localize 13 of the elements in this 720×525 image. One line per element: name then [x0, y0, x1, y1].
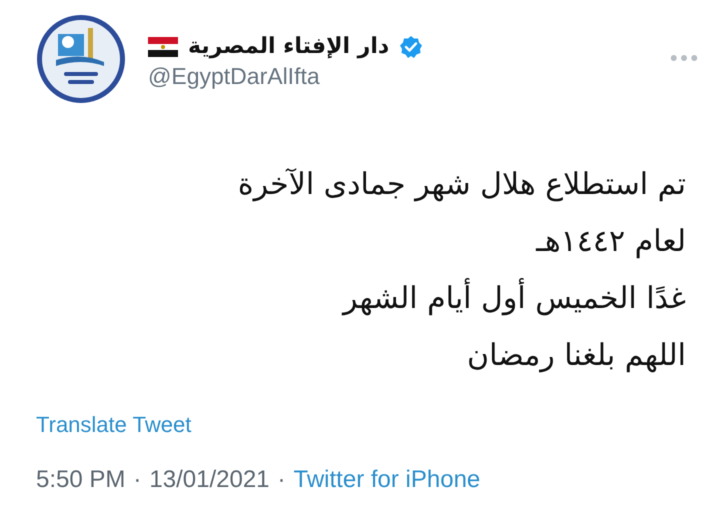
- tweet-text: غدًا الخميس أول أيام الشهر: [236, 270, 686, 327]
- tweet-text: اللهم بلغنا رمضان: [466, 337, 686, 375]
- tweet-date: 13/01/2021: [149, 466, 270, 494]
- source-link[interactable]: Twitter for iPhone: [294, 466, 480, 494]
- translate-link[interactable]: Translate Tweet: [36, 412, 192, 438]
- flag-icon: [148, 36, 178, 56]
- account-handle[interactable]: @EgyptDarAlIfta: [148, 63, 424, 90]
- account-name[interactable]: دار الإفتاء المصرية: [188, 34, 390, 59]
- separator: ·: [278, 466, 286, 494]
- avatar-logo[interactable]: [36, 14, 126, 104]
- tweet-text: تم استطلاع هلال شهر جمادى الآخرة لعام ١٤٤٢هـ: [236, 166, 686, 261]
- separator: ·: [133, 466, 142, 494]
- tweet-time: 5:50 PM: [36, 466, 126, 494]
